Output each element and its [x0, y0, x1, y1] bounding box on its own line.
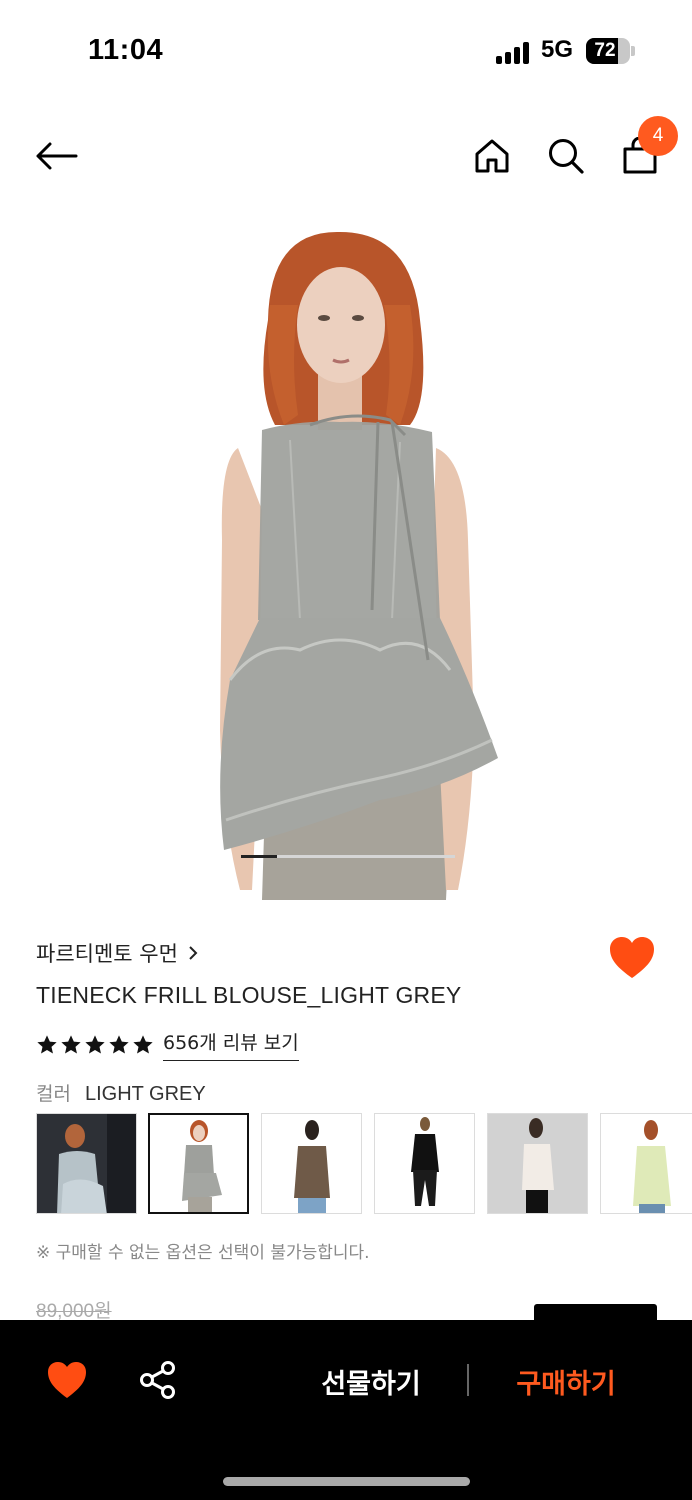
star-icon	[133, 1034, 153, 1054]
rating-stars	[36, 1034, 154, 1056]
top-navigation	[0, 100, 692, 210]
cart-count-badge: 4	[638, 116, 678, 156]
swatch-1[interactable]	[36, 1113, 137, 1214]
swatch-2[interactable]	[148, 1113, 249, 1214]
battery-tip	[631, 46, 635, 56]
carousel-progress	[241, 855, 278, 858]
product-title: TIENECK FRILL BLOUSE_LIGHT GREY	[36, 982, 462, 1008]
network-type: 5G	[541, 36, 574, 63]
back-arrow-icon	[36, 142, 78, 170]
image-carousel-indicator	[241, 855, 455, 858]
brand-name: 파르티멘토 우먼	[36, 942, 178, 966]
swatch-3[interactable]	[261, 1113, 362, 1214]
swatch-4[interactable]	[374, 1113, 475, 1214]
bottom-action-bar	[0, 1320, 692, 1500]
star-icon	[37, 1034, 57, 1054]
search-button[interactable]	[536, 126, 596, 186]
buy-button[interactable]: 구매하기	[494, 1355, 638, 1407]
home-button[interactable]	[462, 126, 522, 186]
wishlist-heart-icon[interactable]	[608, 936, 656, 980]
chevron-right-icon	[189, 946, 198, 960]
option-row: 컬러 LIGHT GREY	[36, 1079, 206, 1106]
status-time: 11:04	[88, 34, 164, 66]
battery-percent: 72	[594, 40, 616, 61]
color-swatch-list	[36, 1113, 692, 1215]
swatch-6[interactable]	[600, 1113, 692, 1214]
search-icon	[549, 139, 584, 174]
brand-link[interactable]: 파르티멘토 우먼	[36, 938, 198, 968]
back-button[interactable]	[26, 126, 86, 186]
original-price: 89,000원	[36, 1301, 112, 1322]
star-icon	[61, 1034, 81, 1054]
star-icon	[85, 1034, 105, 1054]
battery-icon: 72	[586, 38, 630, 64]
star-icon	[109, 1034, 129, 1054]
signal-strength-icon	[496, 40, 532, 64]
option-value: LIGHT GREY	[84, 1083, 206, 1105]
like-heart-icon[interactable]	[46, 1360, 88, 1400]
product-image[interactable]	[0, 210, 692, 925]
home-indicator[interactable]	[223, 1477, 470, 1486]
option-notice: ※ 구매할 수 없는 옵션은 선택이 불가능합니다.	[36, 1243, 370, 1263]
bottom-bar-divider	[467, 1364, 469, 1396]
gift-button[interactable]: 선물하기	[300, 1355, 442, 1407]
status-bar: 11:04 5G 72	[0, 0, 692, 100]
home-icon	[475, 139, 509, 173]
swatch-5[interactable]	[487, 1113, 588, 1214]
option-label: 컬러	[36, 1083, 71, 1105]
review-link[interactable]: 656개 리뷰 보기	[163, 1028, 299, 1061]
share-icon[interactable]	[138, 1360, 178, 1400]
rating-row: 656개 리뷰 보기	[36, 1028, 299, 1061]
